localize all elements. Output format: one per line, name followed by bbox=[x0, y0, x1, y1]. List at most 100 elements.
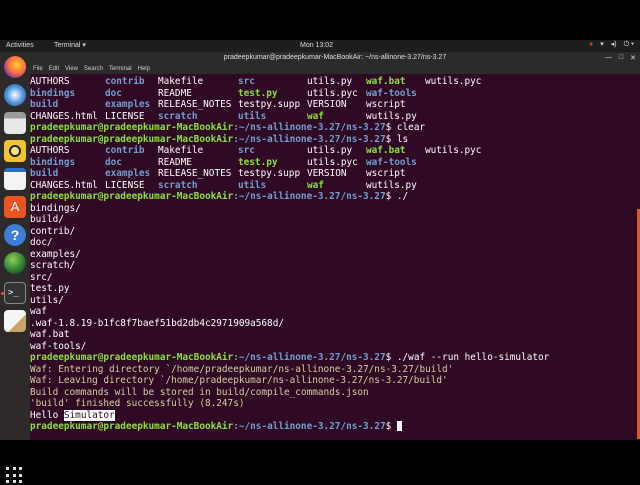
prompt-path: :~/ns-allinone-3.27/ns-3.27 bbox=[233, 352, 386, 363]
ls-entry: doc bbox=[105, 156, 122, 168]
ls-entry: scratch bbox=[158, 110, 198, 122]
ls-row: AUTHORS contrib Makefile src utils.py wa… bbox=[30, 76, 481, 87]
network-icon[interactable]: ▾ bbox=[600, 41, 604, 49]
ls-entry: contrib bbox=[105, 76, 145, 87]
ls-entry: utils.py bbox=[307, 76, 353, 87]
ls-entry: bindings bbox=[30, 156, 76, 168]
completion-item: doc/ bbox=[30, 237, 53, 248]
firefox-icon[interactable] bbox=[4, 56, 26, 78]
ls-entry: src bbox=[238, 76, 255, 87]
ls-entry: utils.py bbox=[307, 145, 353, 156]
completion-item: build/ bbox=[30, 214, 64, 225]
launcher-dock: A ? >_ bbox=[0, 52, 30, 484]
ls-entry: examples bbox=[105, 168, 151, 179]
prompt-user: pradeepkumar@pradeepkumar-MacBookAir bbox=[30, 122, 234, 133]
close-icon[interactable]: ✕ bbox=[630, 54, 636, 62]
ls-entry: contrib bbox=[105, 145, 145, 156]
completion-item: scratch/ bbox=[30, 260, 76, 271]
completion-item: .waf-1.8.19-b1fc8f7baef51bd2db4c2971909a… bbox=[30, 317, 284, 329]
ls-row: build examples RELEASE_NOTES testpy.supp… bbox=[30, 168, 406, 179]
completion-item: waf-tools/ bbox=[30, 340, 87, 352]
command-text: $ clear bbox=[385, 122, 426, 133]
waf-output-line: 'build' finished successfully (8.247s) bbox=[30, 398, 245, 409]
completion-item: waf bbox=[30, 306, 47, 317]
app-menu-terminal[interactable]: Terminal ▾ bbox=[54, 42, 86, 50]
prompt-user: pradeepkumar@pradeepkumar-MacBookAir bbox=[30, 421, 234, 432]
record-icon[interactable]: ● bbox=[589, 41, 593, 49]
waf-output-line: Waf: Entering directory `/home/pradeepku… bbox=[30, 363, 454, 375]
ls-entry: examples bbox=[105, 99, 151, 110]
ls-row: build examples RELEASE_NOTES testpy.supp… bbox=[30, 99, 406, 110]
ls-entry: wutils.pyc bbox=[425, 145, 482, 156]
menu-terminal[interactable]: Terminal bbox=[109, 65, 132, 74]
ls-entry: AUTHORS bbox=[30, 145, 70, 156]
ls-entry: Makefile bbox=[158, 145, 204, 156]
volume-icon[interactable]: ◂) bbox=[611, 41, 617, 49]
ls-entry: waf.bat bbox=[366, 145, 406, 156]
completion-item: test.py bbox=[30, 283, 70, 294]
system-top-bar: Activities Terminal ▾ Mon 13:02 ● ▾ ◂) ⏻… bbox=[0, 40, 640, 52]
ls-entry: README bbox=[158, 156, 192, 168]
window-menubar: File Edit View Search Terminal Help bbox=[30, 65, 640, 74]
updates-icon[interactable] bbox=[4, 252, 26, 274]
menu-search[interactable]: Search bbox=[84, 65, 103, 74]
menu-help[interactable]: Help bbox=[138, 65, 150, 74]
ls-entry: LICENSE bbox=[105, 179, 145, 191]
ls-entry: wutils.pyc bbox=[425, 76, 482, 87]
output-hello: Hello bbox=[30, 409, 59, 421]
ls-entry: utils.pyc bbox=[307, 156, 358, 168]
ls-row: bindings doc README test.py utils.pyc wa… bbox=[30, 88, 417, 99]
ls-entry: wutils.py bbox=[366, 110, 417, 122]
clock[interactable]: Mon 13:02 bbox=[300, 42, 333, 50]
text-editor-icon[interactable] bbox=[4, 310, 26, 332]
command-text: $ bbox=[385, 421, 397, 432]
prompt-path: :~/ns-allinone-3.27/ns-3.27 bbox=[233, 191, 386, 202]
completion-item: examples/ bbox=[30, 248, 81, 260]
ls-entry: CHANGES.html bbox=[30, 179, 98, 191]
help-icon[interactable]: ? bbox=[4, 224, 26, 246]
selected-text[interactable]: Simulator bbox=[63, 409, 115, 421]
files-icon[interactable] bbox=[4, 112, 26, 134]
terminal-output[interactable]: AUTHORS contrib Makefile src utils.py wa… bbox=[30, 74, 637, 440]
completion-item: bindings/ bbox=[30, 202, 81, 214]
completion-item: src/ bbox=[30, 271, 53, 283]
menu-file[interactable]: File bbox=[33, 65, 43, 74]
prompt-line: pradeepkumar@pradeepkumar-MacBookAir:~/n… bbox=[30, 134, 408, 145]
terminal-icon[interactable]: >_ bbox=[1, 282, 26, 304]
rhythmbox-icon[interactable] bbox=[4, 140, 26, 162]
ls-entry: utils.pyc bbox=[307, 87, 358, 99]
activities-button[interactable]: Activities bbox=[6, 42, 34, 50]
system-tray[interactable]: ● ▾ ◂) ⏻ ▾ bbox=[589, 41, 634, 49]
ls-entry: test.py bbox=[238, 156, 278, 168]
ls-entry: build bbox=[30, 168, 59, 179]
menu-edit[interactable]: Edit bbox=[49, 65, 59, 74]
show-applications-icon[interactable] bbox=[6, 467, 24, 485]
ls-entry: wutils.py bbox=[366, 179, 417, 191]
command-text: $ ./waf --run hello-simulator bbox=[385, 352, 550, 363]
ls-entry: build bbox=[30, 99, 59, 110]
prompt-line: pradeepkumar@pradeepkumar-MacBookAir:~/n… bbox=[30, 352, 549, 363]
maximize-icon[interactable]: □ bbox=[619, 54, 623, 62]
window-titlebar[interactable]: pradeepkumar@pradeepkumar-MacBookAir: ~/… bbox=[30, 52, 640, 65]
minimize-icon[interactable]: — bbox=[605, 54, 612, 62]
ls-entry: VERSION bbox=[307, 168, 347, 179]
ls-entry: LICENSE bbox=[105, 110, 145, 122]
prompt-path: :~/ns-allinone-3.27/ns-3.27 bbox=[233, 421, 386, 432]
prompt-path: :~/ns-allinone-3.27/ns-3.27 bbox=[233, 122, 386, 133]
thunderbird-icon[interactable] bbox=[4, 84, 26, 106]
menu-view[interactable]: View bbox=[65, 65, 78, 74]
ls-entry: doc bbox=[105, 87, 122, 99]
ls-entry: RELEASE_NOTES bbox=[158, 168, 232, 179]
prompt-user: pradeepkumar@pradeepkumar-MacBookAir bbox=[30, 191, 234, 202]
ls-entry: waf.bat bbox=[366, 76, 406, 87]
ls-entry: wscript bbox=[366, 168, 406, 179]
software-center-icon[interactable]: A bbox=[4, 196, 26, 218]
ls-entry: RELEASE_NOTES bbox=[158, 99, 232, 110]
completion-item: waf.bat bbox=[30, 329, 70, 340]
power-icon[interactable]: ⏻ ▾ bbox=[624, 41, 634, 49]
text-cursor bbox=[396, 421, 402, 431]
waf-output-line: Build commands will be stored in build/c… bbox=[30, 386, 369, 398]
writer-icon[interactable] bbox=[4, 168, 26, 190]
ls-entry: utils bbox=[238, 179, 267, 191]
ls-entry: scratch bbox=[158, 179, 198, 191]
